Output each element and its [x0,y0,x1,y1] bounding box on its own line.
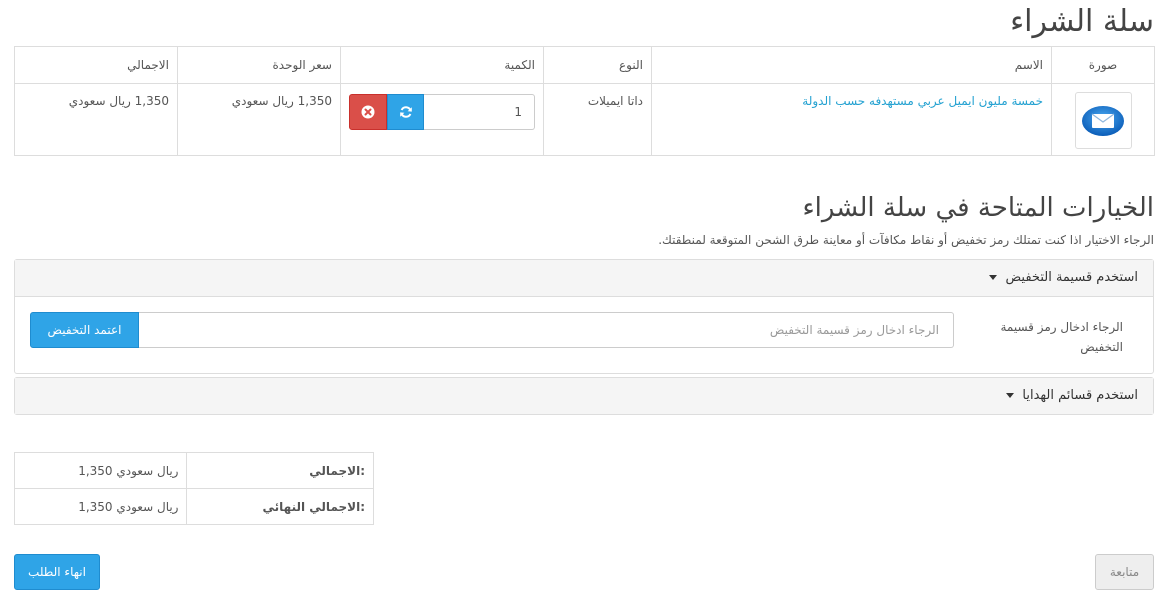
checkout-button[interactable]: انهاء الطلب [14,554,100,590]
subtotal-label: الاجمالي: [186,452,374,489]
product-name-link[interactable]: خمسة مليون ايميل عربي مستهدفه حسب الدولة [802,94,1043,108]
header-type: النوع [543,46,652,84]
header-unit-price: سعر الوحدة [177,46,341,84]
grand-total-label: الاجمالي النهائي: [186,488,374,525]
header-quantity: الكمية [340,46,544,84]
table-row: خمسة مليون ايميل عربي مستهدفه حسب الدولة… [14,83,1155,156]
table-row: 1,350 ريال سعودي الاجمالي النهائي: [13,488,374,525]
envelope-icon [1082,105,1124,136]
coupon-input-group: اعتمد التخفيض الرجاء ادخال رمز قسيمة الت… [30,312,954,348]
update-button[interactable] [387,94,424,130]
coupon-panel-body: الرجاء ادخال رمز قسيمة التخفيض اعتمد الت… [15,296,1153,373]
quantity-cell: 1 [340,83,544,156]
voucher-panel-heading[interactable]: استخدم قسائم الهدايا [15,378,1153,414]
product-name-cell: خمسة مليون ايميل عربي مستهدفه حسب الدولة [651,83,1052,156]
cart-table-header: صورة الاسم النوع الكمية سعر الوحدة الاجم… [14,46,1155,84]
caret-down-icon [1006,393,1015,398]
grand-total-value: 1,350 ريال سعودي [13,488,188,525]
voucher-panel-title: استخدم قسائم الهدايا [1022,388,1138,403]
refresh-icon [399,106,412,118]
voucher-panel: استخدم قسائم الهدايا [14,377,1154,415]
continue-shopping-button[interactable]: متابعة [1095,554,1154,590]
header-name: الاسم [651,46,1052,84]
header-image: صورة [1051,46,1155,84]
apply-coupon-button[interactable]: اعتمد التخفيض [30,312,139,348]
totals-table: 1,350 ريال سعودي الاجمالي: 1,350 ريال سع… [13,452,374,525]
coupon-label: الرجاء ادخال رمز قسيمة التخفيض [1000,320,1123,354]
page-title: سلة الشراء [1010,4,1154,39]
product-type-cell: داتا ايميلات [543,83,652,156]
table-row: 1,350 ريال سعودي الاجمالي: [13,452,374,489]
caret-down-icon [989,275,998,280]
remove-button[interactable] [349,94,387,130]
quantity-group: 1 [349,94,535,130]
quantity-input[interactable]: 1 [424,94,535,130]
product-thumbnail[interactable] [1074,92,1132,149]
cart-table: صورة الاسم النوع الكمية سعر الوحدة الاجم… [14,46,1155,156]
options-hint: الرجاء الاختيار اذا كنت تمتلك رمز تخفيض … [658,233,1154,247]
coupon-panel-title: استخدم قسيمة التخفيض [1005,270,1139,285]
unit-price-cell: 1,350 ريال سعودي [177,83,341,156]
subtotal-value: 1,350 ريال سعودي [13,452,188,489]
row-total-cell: 1,350 ريال سعودي [14,83,178,156]
remove-icon [361,105,375,119]
coupon-input[interactable]: الرجاء ادخال رمز قسيمة التخفيض [139,312,954,348]
header-total: الاجمالي [14,46,178,84]
coupon-panel: استخدم قسيمة التخفيض الرجاء ادخال رمز قس… [14,259,1154,374]
shopping-cart-page: سلة الشراء صورة الاسم النوع الكمية سعر ا… [13,0,1155,598]
coupon-panel-heading[interactable]: استخدم قسيمة التخفيض [15,260,1153,296]
options-title: الخيارات المتاحة في سلة الشراء [802,193,1154,223]
product-image-cell [1051,83,1155,156]
